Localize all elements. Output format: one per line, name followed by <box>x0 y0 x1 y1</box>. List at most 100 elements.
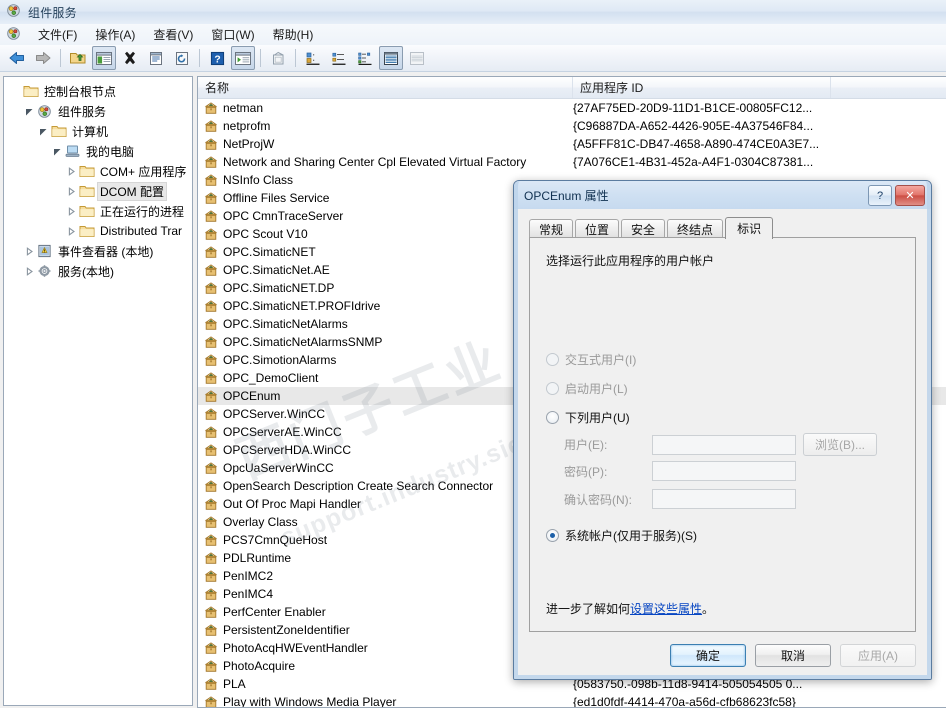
row-name-label: PLA <box>223 677 246 691</box>
properties-button[interactable] <box>144 46 168 70</box>
dcom-component-icon <box>204 353 218 367</box>
dcom-component-icon <box>204 155 218 169</box>
browse-button[interactable]: 浏览(B)... <box>803 433 877 456</box>
option-system-account[interactable]: 系统帐户(仅用于服务)(S) <box>546 527 697 544</box>
show-console-tree-button[interactable] <box>92 46 116 70</box>
list-view-button[interactable] <box>353 46 377 70</box>
user-input[interactable] <box>652 434 796 455</box>
row-name-label: PenIMC2 <box>223 569 274 583</box>
row-name-label: OpenSearch Description Create Search Con… <box>223 479 494 493</box>
password-input[interactable] <box>652 461 796 481</box>
row-name-label: OPC CmnTraceServer <box>223 209 344 223</box>
tree-node[interactable]: 服务(本地) <box>8 261 190 281</box>
tree-node[interactable]: 组件服务 <box>8 101 190 121</box>
opcenum-properties-dialog[interactable]: OPCEnum 属性 ? ✕ 常规 位置 安全 终结点 标识 选择运行此应用程序的用户帐… <box>513 180 932 680</box>
tab-4[interactable]: 终结点 <box>667 219 724 238</box>
menu-view[interactable]: 查看(V) <box>144 24 202 45</box>
tab-1[interactable]: 常规 <box>529 219 574 238</box>
app-menu-icon[interactable] <box>6 26 21 44</box>
table-row[interactable]: netprofm {C96887DA-A652-4426-905E-4A37546… <box>198 117 946 135</box>
large-icons-button[interactable] <box>301 46 325 70</box>
dialog-title: OPCEnum 属性 <box>524 188 609 203</box>
forward-button[interactable] <box>31 46 55 70</box>
up-folder-button[interactable] <box>66 46 90 70</box>
table-row[interactable]: Network and Sharing Center Cpl Elevated … <box>198 153 946 171</box>
dcom-component-icon <box>204 587 218 601</box>
tree-node[interactable]: 我的电脑 <box>8 141 190 161</box>
dialog-tabstrip: 常规 位置 安全 终结点 标识 <box>529 216 916 239</box>
tree-node[interactable]: 正在运行的进程 <box>8 201 190 221</box>
window-title: 组件服务 <box>28 5 77 20</box>
tab-5[interactable]: 标识 <box>725 217 774 239</box>
tree-node[interactable]: DCOM 配置 <box>8 181 190 201</box>
help-icon[interactable]: ? <box>868 185 892 206</box>
tab-2[interactable]: 位置 <box>575 219 620 238</box>
chevron-right-icon[interactable] <box>22 261 37 281</box>
dcom-component-icon <box>204 659 218 673</box>
small-icons-button[interactable] <box>327 46 351 70</box>
password-field-row: 密码(P): <box>564 461 796 481</box>
table-row[interactable]: NetProjW {A5FFF81C-DB47-4658-A890-474CE0A… <box>198 135 946 153</box>
delete-button[interactable] <box>118 46 142 70</box>
table-row[interactable]: netman {27AF75ED-20D9-11D1-B1CE-00805FC12… <box>198 99 946 117</box>
confirm-password-input[interactable] <box>652 489 796 509</box>
back-button[interactable] <box>5 46 29 70</box>
menu-help[interactable]: 帮助(H) <box>264 24 323 45</box>
list-header: 名称 应用程序 ID <box>198 77 946 99</box>
option-launching-user[interactable]: 启动用户(L) <box>546 380 628 397</box>
export-list-button[interactable] <box>231 46 255 70</box>
dialog-window-buttons: ? ✕ <box>868 185 925 206</box>
component-services-window: 组件服务 文件(F) 操作(A) 查看(V) 窗口(W) 帮助(H) ? 控制台… <box>0 0 946 708</box>
chevron-right-icon[interactable] <box>64 181 79 201</box>
option-interactive-user[interactable]: 交互式用户(I) <box>546 351 636 368</box>
learn-more-link[interactable]: 设置这些属性 <box>630 602 702 616</box>
ok-button[interactable]: 确定 <box>670 644 746 667</box>
tree-node[interactable]: 计算机 <box>8 121 190 141</box>
column-header-filler[interactable] <box>831 77 946 98</box>
tree-node[interactable]: COM+ 应用程序 <box>8 161 190 181</box>
dcom-component-icon <box>204 605 218 619</box>
chevron-down-icon[interactable] <box>22 101 37 121</box>
chevron-down-icon[interactable] <box>36 121 51 141</box>
identity-hint: 选择运行此应用程序的用户帐户 <box>546 254 715 268</box>
user-field-label: 用户(E): <box>564 438 608 452</box>
column-header-appid[interactable]: 应用程序 ID <box>573 77 831 98</box>
chevron-down-icon[interactable] <box>50 141 65 161</box>
tab-3[interactable]: 安全 <box>621 219 666 238</box>
cancel-button[interactable]: 取消 <box>755 644 831 667</box>
toolbar-separator <box>295 49 296 67</box>
apply-button[interactable]: 应用(A) <box>840 644 916 667</box>
table-row[interactable]: Play with Windows Media Player {ed1d0fdf-… <box>198 693 946 707</box>
column-header-name[interactable]: 名称 <box>198 77 573 98</box>
chevron-right-icon[interactable] <box>64 221 79 241</box>
refresh-button[interactable] <box>170 46 194 70</box>
dcom-component-icon <box>204 623 218 637</box>
dcom-component-icon <box>204 569 218 583</box>
tree-node[interactable]: 事件查看器 (本地) <box>8 241 190 261</box>
menu-action[interactable]: 操作(A) <box>86 24 144 45</box>
detail-view-button[interactable] <box>379 46 403 70</box>
tree-node-label: Distributed Trar <box>100 224 183 238</box>
tile-view-button[interactable] <box>405 46 429 70</box>
tree-node-label: COM+ 应用程序 <box>100 164 187 179</box>
close-icon[interactable]: ✕ <box>895 185 925 206</box>
chevron-right-icon[interactable] <box>64 161 79 181</box>
tree-node[interactable]: 控制台根节点 <box>8 81 190 101</box>
chevron-right-icon[interactable] <box>22 241 37 261</box>
help-button[interactable]: ? <box>205 46 229 70</box>
row-name-label: PhotoAcquire <box>223 659 296 673</box>
tree-node[interactable]: Distributed Trar <box>8 221 190 241</box>
console-tree-pane[interactable]: 控制台根节点 组件服务 计算机我的电脑 COM+ 应用程序 DCOM 配置 正在运行的进程… <box>3 76 193 706</box>
menu-file[interactable]: 文件(F) <box>29 24 86 45</box>
new-window-button[interactable] <box>266 46 290 70</box>
title-bar: 组件服务 <box>0 0 946 25</box>
component-services-icon <box>37 104 55 119</box>
option-this-user[interactable]: 下列用户(U) <box>546 409 630 426</box>
dcom-component-icon <box>204 695 218 707</box>
menu-window[interactable]: 窗口(W) <box>202 24 263 45</box>
dcom-component-icon <box>204 371 218 385</box>
svg-text:?: ? <box>214 54 220 65</box>
tree-node-label: 我的电脑 <box>86 144 135 159</box>
row-appid-cell: {27AF75ED-20D9-11D1-B1CE-00805FC12... <box>573 101 813 115</box>
chevron-right-icon[interactable] <box>64 201 79 221</box>
